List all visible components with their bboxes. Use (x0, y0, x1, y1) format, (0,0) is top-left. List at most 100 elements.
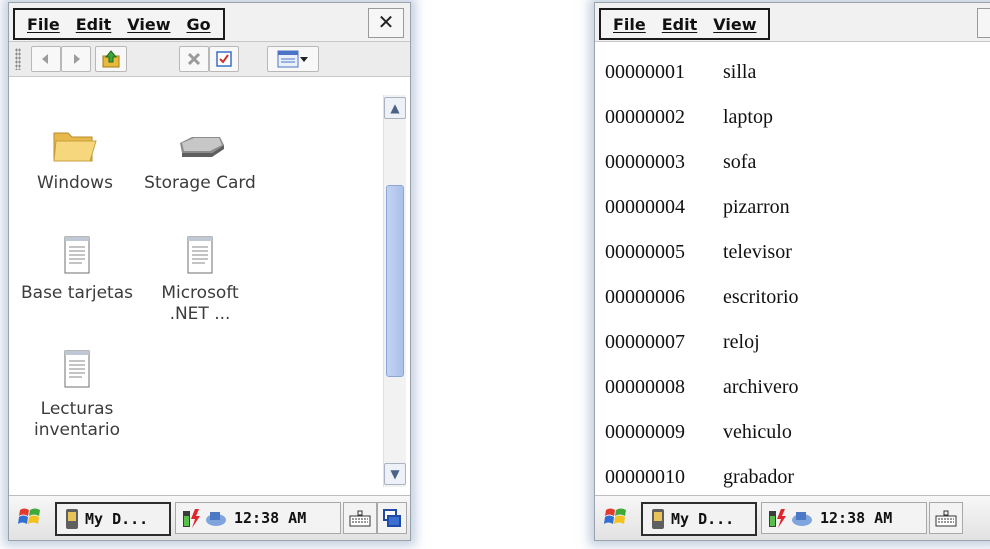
switch-windows-button[interactable] (377, 502, 407, 534)
file-item-microsoft-net[interactable]: Microsoft .NET ... (145, 233, 255, 325)
item-code: 00000008 (605, 376, 685, 398)
clock: 12:38 AM (820, 509, 893, 527)
menu-file[interactable]: File (605, 15, 654, 34)
taskbar: My D... 12:38 AM (9, 495, 410, 540)
list-item[interactable]: 00000006 escritorio (605, 286, 799, 309)
item-code: 00000006 (605, 286, 685, 308)
menu-go[interactable]: Go (178, 15, 218, 34)
file-item-windows[interactable]: Windows (23, 125, 127, 194)
windows-start-icon[interactable] (17, 504, 43, 530)
vertical-scrollbar[interactable]: ▲ ▼ (383, 95, 406, 487)
menu-view[interactable]: View (119, 15, 178, 34)
item-code: 00000004 (605, 196, 685, 218)
folder-icon (53, 132, 97, 162)
inventory-list-window: File Edit View 00000001 silla 00000002 lap… (594, 2, 990, 541)
item-name: escritorio (723, 286, 799, 308)
taskbar: My D... 12:38 AM (595, 495, 990, 540)
clock: 12:38 AM (234, 509, 307, 527)
system-tray[interactable]: 12:38 AM (761, 502, 927, 534)
item-code: 00000001 (605, 61, 685, 83)
item-code: 00000009 (605, 421, 685, 443)
system-tray[interactable]: 12:38 AM (175, 502, 341, 534)
menu-edit[interactable]: Edit (68, 15, 120, 34)
file-item-storage-card[interactable]: Storage Card (135, 125, 265, 194)
list-item[interactable]: 00000010 grabador (605, 466, 794, 489)
notepad-file-icon (64, 236, 90, 274)
network-icon (792, 512, 812, 526)
file-item-label: Windows (37, 173, 113, 193)
scroll-thumb[interactable] (386, 185, 404, 377)
menu-view[interactable]: View (705, 15, 764, 34)
list-item[interactable]: 00000005 televisor (605, 241, 792, 264)
notepad-file-icon (64, 350, 90, 388)
menu-group: File Edit View Go (13, 8, 225, 40)
item-name: laptop (723, 106, 773, 128)
close-button[interactable]: ✕ (368, 8, 404, 38)
toolbar (9, 42, 410, 77)
item-name: vehiculo (723, 421, 792, 443)
toolbar-grip[interactable] (15, 48, 21, 70)
list-item[interactable]: 00000009 vehiculo (605, 421, 792, 444)
item-name: pizarron (723, 196, 790, 218)
list-item[interactable]: 00000003 sofa (605, 151, 756, 174)
chevron-down-icon (300, 57, 308, 62)
task-button-my-device[interactable]: My D... (641, 502, 757, 536)
item-code: 00000002 (605, 106, 685, 128)
back-arrow-icon (42, 54, 48, 64)
task-button-label: My D... (85, 510, 149, 528)
file-item-label: Microsoft .NET ... (161, 283, 239, 324)
battery-power-icon (183, 509, 200, 528)
item-code: 00000007 (605, 331, 685, 353)
file-item-lecturas-inventario[interactable]: Lecturas inventario (17, 347, 137, 441)
menu-edit[interactable]: Edit (654, 15, 706, 34)
battery-power-icon (769, 509, 786, 528)
forward-button[interactable] (61, 46, 91, 72)
menu-file[interactable]: File (19, 15, 68, 34)
windows-start-icon[interactable] (603, 504, 629, 530)
forward-arrow-icon (74, 54, 80, 64)
item-name: televisor (723, 241, 792, 263)
menu-bar: File Edit View (595, 3, 990, 42)
properties-button[interactable] (209, 46, 239, 72)
list-item[interactable]: 00000002 laptop (605, 106, 773, 129)
network-icon (206, 512, 226, 526)
device-icon (652, 509, 664, 529)
keyboard-icon (935, 510, 957, 527)
close-button[interactable] (977, 8, 990, 38)
list-item[interactable]: 00000008 archivero (605, 376, 799, 399)
item-name: archivero (723, 376, 799, 398)
back-button[interactable] (31, 46, 61, 72)
list-item[interactable]: 00000007 reloj (605, 331, 760, 354)
storage-card-icon (180, 137, 224, 157)
file-list-area: Windows Storage Card Base tarjetas Micro… (9, 77, 410, 494)
view-mode-dropdown[interactable] (267, 46, 319, 72)
scroll-up-button[interactable]: ▲ (384, 97, 406, 119)
scroll-down-button[interactable]: ▼ (384, 463, 406, 485)
delete-button[interactable] (179, 46, 209, 72)
task-button-label: My D... (671, 510, 735, 528)
keyboard-button[interactable] (929, 502, 963, 534)
device-icon (66, 509, 78, 529)
item-code: 00000005 (605, 241, 685, 263)
properties-check-icon (216, 51, 232, 67)
up-folder-button[interactable] (95, 46, 127, 72)
delete-x-icon (187, 52, 201, 66)
list-item[interactable]: 00000004 pizarron (605, 196, 790, 219)
keyboard-icon (349, 510, 371, 527)
menu-bar: File Edit View Go ✕ (9, 3, 410, 42)
task-button-my-device[interactable]: My D... (55, 502, 171, 536)
up-folder-icon (102, 50, 120, 68)
window-switch-icon (383, 509, 401, 527)
notepad-file-icon (187, 236, 213, 274)
keyboard-button[interactable] (343, 502, 377, 534)
file-item-base-tarjetas[interactable]: Base tarjetas (17, 233, 137, 304)
file-item-label: Lecturas inventario (34, 399, 120, 440)
file-item-label: Base tarjetas (21, 283, 133, 303)
item-name: reloj (723, 331, 760, 353)
item-code: 00000010 (605, 466, 685, 488)
file-explorer-window: File Edit View Go ✕ Windows Storage Card… (8, 2, 411, 541)
item-name: grabador (723, 466, 795, 488)
list-item[interactable]: 00000001 silla (605, 61, 756, 84)
file-item-label: Storage Card (144, 173, 256, 193)
menu-group: File Edit View (599, 8, 771, 40)
